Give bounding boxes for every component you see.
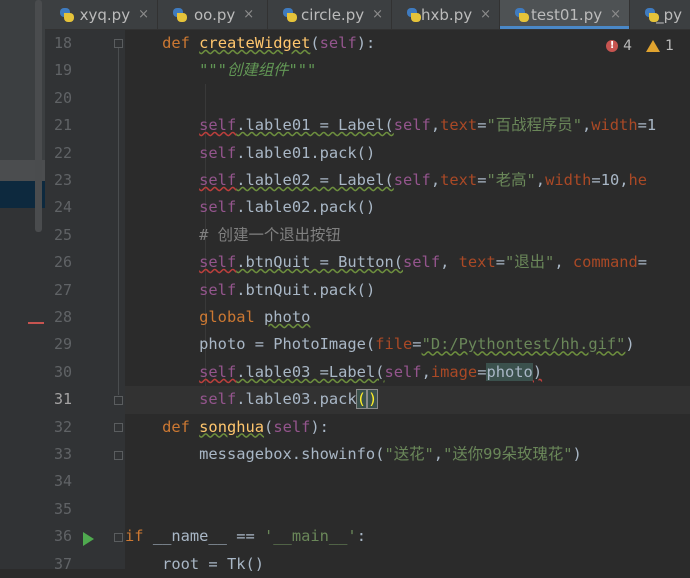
project-pane[interactable] xyxy=(0,0,45,569)
line-number: 28 xyxy=(53,308,72,326)
project-tree-empty xyxy=(0,208,45,569)
line-number: 25 xyxy=(53,225,72,244)
code-line-25: # 创建一个退出按钮 xyxy=(199,225,341,244)
line-number: 22 xyxy=(53,143,72,162)
tab-test01[interactable]: test01.py × xyxy=(500,0,630,29)
line-number: 27 xyxy=(53,280,72,299)
tab-label: oo.py xyxy=(194,5,236,24)
error-count: 4 xyxy=(623,38,633,54)
python-file-icon xyxy=(59,7,74,23)
code-line-30: self.lable03 =Label(self,image=photo) xyxy=(199,362,543,381)
line-number: 30 xyxy=(53,362,72,381)
fold-toggle-icon[interactable] xyxy=(114,451,123,460)
tab-xyq[interactable]: xyq.py × xyxy=(45,0,158,29)
warning-count: 1 xyxy=(665,38,674,54)
line-number: 21 xyxy=(53,116,72,135)
close-icon[interactable]: × xyxy=(138,7,149,22)
fold-guide xyxy=(118,48,119,395)
close-icon[interactable]: × xyxy=(243,7,254,22)
python-file-icon xyxy=(514,7,530,23)
warning-icon xyxy=(646,40,661,52)
fold-toggle-icon[interactable] xyxy=(114,533,123,542)
code-line-21: self.lable01 = Label(self,text="百战程序员",w… xyxy=(199,116,657,135)
close-icon[interactable]: × xyxy=(610,7,621,22)
line-number: 23 xyxy=(53,171,72,189)
run-icon[interactable] xyxy=(83,532,94,546)
tab-label: hxb.py xyxy=(421,5,473,24)
inspection-widget[interactable]: ! 4 1 xyxy=(602,38,678,54)
code-line-29: photo = PhotoImage(file="D:/Pythontest/h… xyxy=(199,335,635,354)
error-marker xyxy=(28,322,44,324)
tab-label: xyq.py xyxy=(79,5,131,24)
tab-overflow[interactable]: _py xyxy=(630,0,690,29)
tab-label: circle.py xyxy=(301,5,365,24)
tab-circle[interactable]: circle.py × xyxy=(268,0,392,29)
line-number: 35 xyxy=(53,499,72,518)
code-line-28: global photo xyxy=(199,308,311,326)
code-line-22: self.lable01.pack() xyxy=(199,143,376,162)
fold-toggle-icon[interactable] xyxy=(114,39,123,48)
line-number: 19 xyxy=(53,61,72,80)
tab-oo[interactable]: oo.py × xyxy=(158,0,268,29)
code-line-19: """创建组件""" xyxy=(199,61,317,80)
line-number-current: 31 xyxy=(53,390,72,409)
tab-label: _py xyxy=(656,5,682,24)
line-number: 33 xyxy=(53,445,72,463)
fold-toggle-icon[interactable] xyxy=(114,423,123,432)
code-line-24: self.lable02.pack() xyxy=(199,198,376,217)
python-file-icon xyxy=(644,7,660,23)
code-line-37: root = Tk() xyxy=(162,554,265,573)
editor-tab-bar: xyq.py × oo.py × circle.py × hxb.py × te… xyxy=(45,0,690,30)
line-number: 29 xyxy=(53,335,72,354)
line-number: 20 xyxy=(53,88,72,107)
python-file-icon xyxy=(172,7,188,23)
line-number: 26 xyxy=(53,253,72,272)
line-number: 32 xyxy=(53,417,72,436)
fold-toggle-icon[interactable] xyxy=(114,396,123,405)
code-line-33: messagebox.showinfo("送花","送你99朵玫瑰花") xyxy=(199,445,582,463)
code-line-32: def songhua(self): xyxy=(162,417,329,436)
editor-gutter[interactable]: 18 19 20 21 22 23 24 25 26 27 28 29 30 3… xyxy=(45,30,125,573)
tab-hxb[interactable]: hxb.py × xyxy=(392,0,500,29)
close-icon[interactable]: × xyxy=(480,7,491,22)
code-line-27: self.btnQuit.pack() xyxy=(199,280,376,299)
code-line-26: self.btnQuit = Button(self, text="退出", c… xyxy=(199,253,648,272)
python-file-icon xyxy=(406,7,422,23)
line-number: 24 xyxy=(53,198,72,217)
python-file-icon xyxy=(282,7,298,23)
close-icon[interactable]: × xyxy=(372,7,383,22)
line-number: 36 xyxy=(53,527,72,546)
line-number: 18 xyxy=(53,34,72,52)
line-number: 34 xyxy=(53,472,72,491)
line-number: 37 xyxy=(53,554,72,573)
code-line-31-current: self.lable03.pack() xyxy=(125,386,690,414)
code-line-23: self.lable02 = Label(self,text="老高",widt… xyxy=(199,171,648,189)
error-icon: ! xyxy=(606,40,619,52)
code-line-36: if __name__ == '__main__': xyxy=(125,527,366,546)
project-pane-scrollbar[interactable] xyxy=(35,0,42,232)
code-editor[interactable]: def createWidget(self): """创建组件""" self.… xyxy=(125,30,690,573)
tab-label: test01.py xyxy=(531,5,603,24)
